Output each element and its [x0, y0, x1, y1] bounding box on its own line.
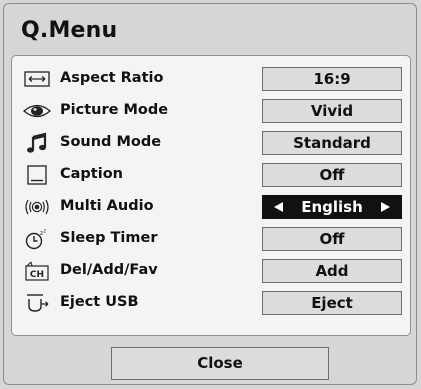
channel-icon: CH: [22, 260, 52, 282]
menu-item-caption[interactable]: Caption Off: [12, 162, 410, 189]
menu-item-eject-usb[interactable]: Eject USB Eject: [12, 290, 410, 317]
sound-mode-label: Sound Mode: [60, 134, 162, 150]
eject-usb-value[interactable]: Eject: [262, 291, 402, 315]
menu-item-sound-mode[interactable]: Sound Mode Standard: [12, 130, 410, 157]
aspect-ratio-icon: [22, 68, 52, 90]
aspect-ratio-value[interactable]: 16:9: [262, 67, 402, 91]
eject-usb-label: Eject USB: [60, 294, 139, 310]
svg-text:CH: CH: [30, 270, 44, 280]
arrow-left-icon[interactable]: [274, 202, 283, 212]
eye-icon: [22, 100, 52, 122]
sleep-timer-icon: z z: [22, 228, 52, 250]
sound-mode-value[interactable]: Standard: [262, 131, 402, 155]
aspect-ratio-label: Aspect Ratio: [60, 70, 164, 86]
menu-item-aspect-ratio[interactable]: Aspect Ratio 16:9: [12, 66, 410, 93]
caption-label: Caption: [60, 166, 123, 182]
menu-title: Q.Menu: [21, 18, 118, 43]
menu-list: Aspect Ratio 16:9 Picture Mode Vivid Sou…: [11, 55, 411, 336]
sleep-timer-label: Sleep Timer: [60, 230, 158, 246]
q-menu-panel: Q.Menu Aspect Ratio 16:9 Picture Mode Vi…: [3, 3, 417, 385]
caption-value[interactable]: Off: [262, 163, 402, 187]
caption-icon: [22, 164, 52, 186]
speaker-waves-icon: [22, 196, 52, 218]
multi-audio-value-text: English: [301, 198, 363, 216]
svg-text:z: z: [44, 229, 47, 235]
menu-item-picture-mode[interactable]: Picture Mode Vivid: [12, 98, 410, 125]
close-button[interactable]: Close: [111, 347, 329, 380]
menu-item-sleep-timer[interactable]: z z Sleep Timer Off: [12, 226, 410, 253]
multi-audio-label: Multi Audio: [60, 198, 154, 214]
menu-item-del-add-fav[interactable]: CH Del/Add/Fav Add: [12, 258, 410, 285]
picture-mode-label: Picture Mode: [60, 102, 169, 118]
music-note-icon: [22, 132, 52, 154]
sleep-timer-value[interactable]: Off: [262, 227, 402, 251]
arrow-right-icon[interactable]: [381, 202, 390, 212]
menu-item-multi-audio[interactable]: Multi Audio English: [12, 194, 410, 221]
multi-audio-value[interactable]: English: [262, 195, 402, 219]
picture-mode-value[interactable]: Vivid: [262, 99, 402, 123]
del-add-fav-value[interactable]: Add: [262, 259, 402, 283]
eject-usb-icon: [22, 292, 52, 314]
del-add-fav-label: Del/Add/Fav: [60, 262, 158, 278]
